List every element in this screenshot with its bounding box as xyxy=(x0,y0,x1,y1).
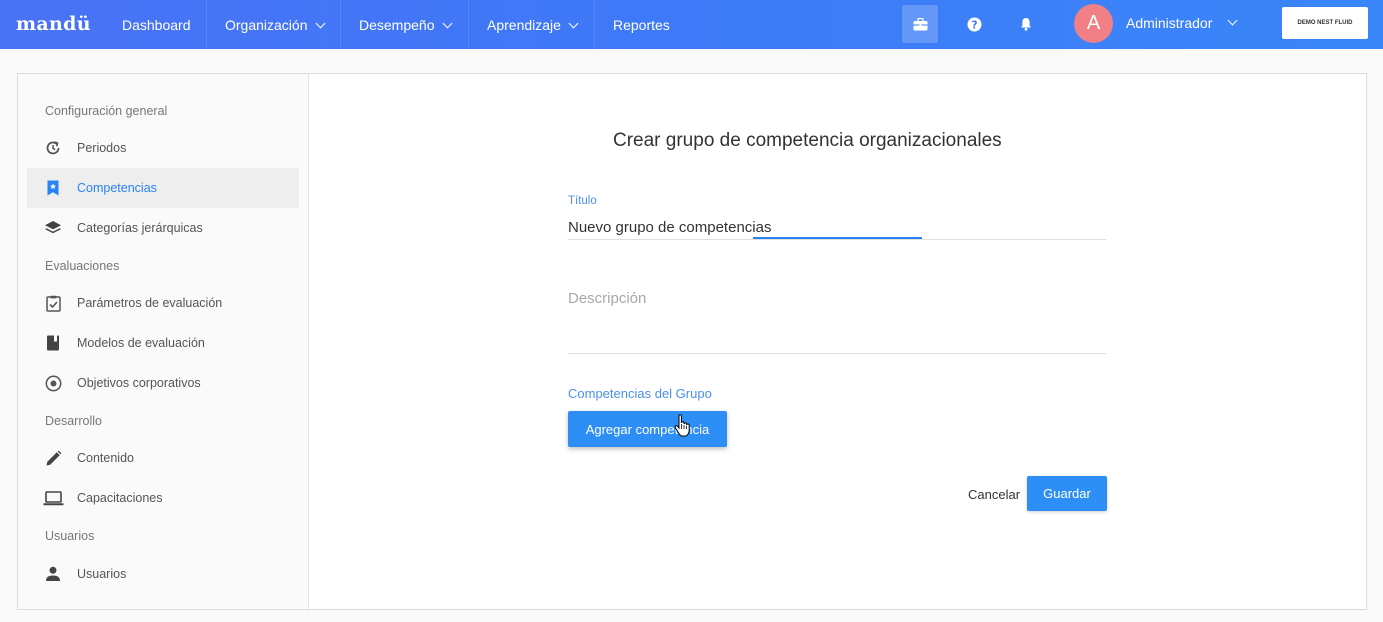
chevron-down-icon xyxy=(568,18,579,28)
chevron-down-icon[interactable] xyxy=(1227,15,1238,26)
nav-organizacion[interactable]: Organización xyxy=(206,0,340,49)
section-title-desarrollo: Desarrollo xyxy=(45,414,102,428)
nav-desempeno[interactable]: Desempeño xyxy=(340,0,468,49)
sidebar-item-label: Objetivos corporativos xyxy=(77,376,201,390)
sidebar-item-modelos[interactable]: Modelos de evaluación xyxy=(27,323,299,363)
nav-reportes-label: Reportes xyxy=(613,16,670,33)
nav-desempeno-label: Desempeño xyxy=(359,16,435,33)
sidebar-item-objetivos[interactable]: Objetivos corporativos xyxy=(27,363,299,403)
laptop-icon xyxy=(42,489,64,507)
nav-aprendizaje-label: Aprendizaje xyxy=(487,16,561,33)
bell-icon xyxy=(1021,18,1031,31)
help-icon: ? xyxy=(967,17,981,31)
clipboard-check-icon xyxy=(44,294,62,312)
sidebar-item-usuarios[interactable]: Usuarios xyxy=(27,554,299,594)
history-icon xyxy=(44,139,62,157)
briefcase-button[interactable] xyxy=(902,5,938,43)
group-competencies-label: Competencias del Grupo xyxy=(568,386,712,401)
section-title-usuarios: Usuarios xyxy=(45,529,95,543)
company-name: DEMO NEST FLUID xyxy=(1297,20,1353,26)
chevron-down-icon xyxy=(315,18,325,28)
user-name[interactable]: Administrador xyxy=(1126,15,1212,31)
settings-sidebar: Configuración general Periodos Competenc… xyxy=(18,74,309,609)
layers-icon xyxy=(44,219,62,237)
avatar-initial: A xyxy=(1086,12,1101,34)
page-title: Crear grupo de competencia organizaciona… xyxy=(613,130,1002,151)
sidebar-item-competencias[interactable]: Competencias xyxy=(27,168,299,208)
sidebar-item-label: Periodos xyxy=(77,141,127,155)
sidebar-item-label: Modelos de evaluación xyxy=(77,336,205,350)
section-title-evaluaciones: Evaluaciones xyxy=(45,259,120,273)
bookmark-icon xyxy=(44,179,62,197)
hand-cursor-icon xyxy=(674,414,692,443)
notifications-button[interactable] xyxy=(1008,5,1044,43)
sidebar-item-label: Competencias xyxy=(77,181,157,195)
title-field-label: Título xyxy=(568,195,597,207)
avatar[interactable]: A xyxy=(1074,4,1113,43)
sidebar-item-label: Parámetros de evaluación xyxy=(77,296,223,310)
save-button[interactable]: Guardar xyxy=(1027,476,1107,511)
nav-dashboard[interactable]: Dashboard xyxy=(104,0,206,49)
nav-reportes[interactable]: Reportes xyxy=(594,0,694,49)
sidebar-item-contenido[interactable]: Contenido xyxy=(27,438,299,478)
sidebar-item-capacitaciones[interactable]: Capacitaciones xyxy=(27,478,299,518)
top-navbar: mandü Dashboard Organización Desempeño A… xyxy=(0,0,1383,49)
chevron-down-icon xyxy=(442,18,452,28)
sidebar-item-label: Usuarios xyxy=(77,567,127,581)
book-icon xyxy=(44,334,62,352)
svg-text:?: ? xyxy=(971,19,977,31)
sidebar-item-label: Capacitaciones xyxy=(77,491,163,505)
company-logo: DEMO NEST FLUID xyxy=(1282,7,1368,39)
briefcase-icon xyxy=(913,17,927,30)
section-title-configuracion: Configuración general xyxy=(45,104,168,118)
nav-organizacion-label: Organización xyxy=(225,16,308,33)
sidebar-item-label: Categorías jerárquicas xyxy=(77,221,203,235)
description-field[interactable] xyxy=(568,290,1106,354)
add-competency-button[interactable]: Agregar competencia xyxy=(568,411,727,447)
nav-dashboard-label: Dashboard xyxy=(122,16,191,33)
input-focus-underline xyxy=(753,237,922,239)
app-logo[interactable]: mandü xyxy=(16,13,91,35)
sidebar-item-parametros[interactable]: Parámetros de evaluación xyxy=(27,283,299,323)
help-button[interactable]: ? xyxy=(956,5,992,43)
target-icon xyxy=(44,374,62,392)
person-icon xyxy=(44,565,62,583)
sidebar-item-label: Contenido xyxy=(77,451,134,465)
pencil-icon xyxy=(44,449,62,467)
nav-aprendizaje[interactable]: Aprendizaje xyxy=(468,0,594,49)
sidebar-item-categorias[interactable]: Categorías jerárquicas xyxy=(27,208,299,248)
sidebar-item-periodos[interactable]: Periodos xyxy=(27,128,299,168)
cancel-button[interactable]: Cancelar xyxy=(960,478,1028,511)
